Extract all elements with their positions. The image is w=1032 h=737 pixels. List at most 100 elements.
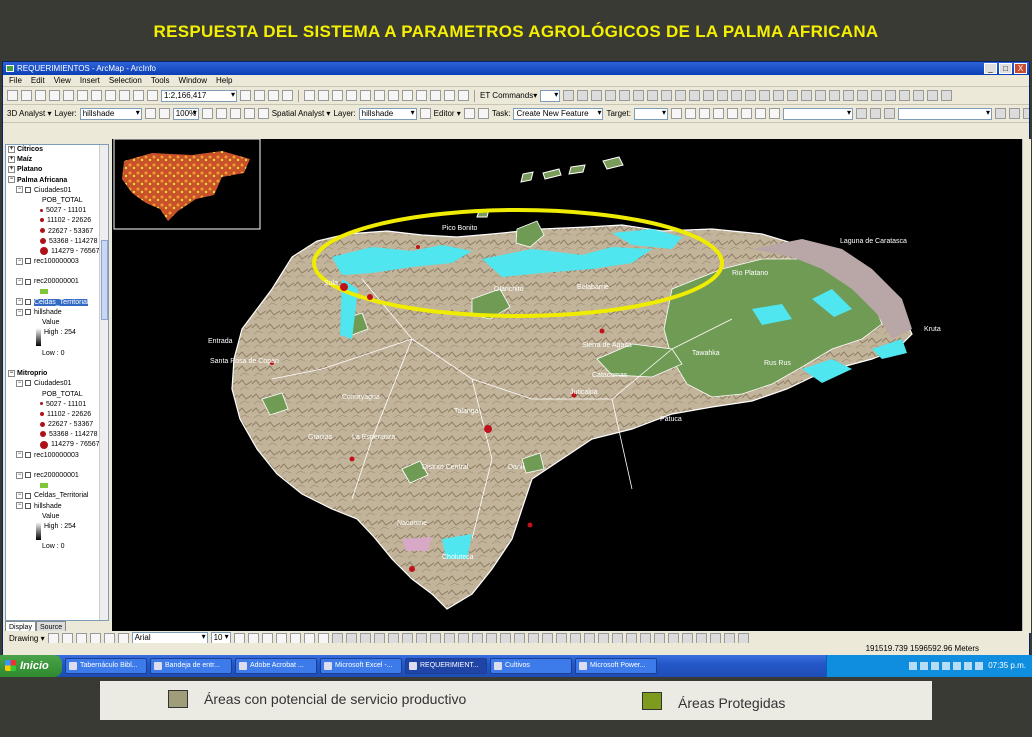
identify-icon[interactable] xyxy=(430,90,441,101)
toc-row[interactable]: High : 254 xyxy=(6,521,108,540)
tray-icon[interactable] xyxy=(941,661,950,670)
expand-icon[interactable]: − xyxy=(16,502,23,510)
window-titlebar[interactable]: REQUERIMIENTOS - ArcMap - ArcInfo _ □ X xyxy=(3,62,1029,75)
et-tool-icon[interactable] xyxy=(563,90,575,101)
et-tool-icon[interactable] xyxy=(927,90,939,101)
toc-row[interactable] xyxy=(6,359,108,369)
zoom-dropdown[interactable]: 100% xyxy=(172,107,199,120)
layer2-dropdown[interactable]: hillshade xyxy=(358,107,417,120)
city-dot[interactable] xyxy=(599,328,605,334)
et-tool-icon[interactable] xyxy=(633,90,645,101)
toc-row[interactable]: − hillshade xyxy=(6,502,108,512)
full-extent-icon[interactable] xyxy=(374,90,385,101)
tool-icon[interactable] xyxy=(359,632,371,644)
tool-icon[interactable] xyxy=(345,632,357,644)
zoom-to-selected-icon[interactable] xyxy=(75,632,87,644)
layout-tool-icon[interactable] xyxy=(215,108,227,119)
tool-icon[interactable] xyxy=(681,632,693,644)
start-button[interactable]: Inicio xyxy=(0,655,62,677)
toc-row[interactable]: 114279 - 765675 xyxy=(6,440,108,450)
expand-icon[interactable]: + xyxy=(8,155,15,163)
underline-icon[interactable] xyxy=(261,632,273,644)
tool-icon[interactable] xyxy=(869,108,881,119)
expand-icon[interactable]: − xyxy=(16,186,23,194)
et-tool-icon[interactable] xyxy=(661,90,673,101)
city-dot[interactable] xyxy=(409,566,415,572)
menu-insert[interactable]: Insert xyxy=(80,75,100,86)
3d-tool-icon[interactable] xyxy=(144,108,156,119)
layout-tool-icon[interactable] xyxy=(243,108,255,119)
toc-row[interactable]: 11102 - 22626 xyxy=(6,216,108,226)
maximize-button[interactable]: □ xyxy=(999,63,1012,74)
et-tool-icon[interactable] xyxy=(591,90,603,101)
toc-row[interactable]: − Celdas_Territorial xyxy=(6,491,108,501)
split-tool-icon[interactable] xyxy=(684,108,696,119)
et-tool-icon[interactable] xyxy=(913,90,925,101)
menu-help[interactable]: Help xyxy=(216,75,232,86)
layer-dropdown[interactable]: hillshade xyxy=(79,107,142,120)
tool-icon[interactable] xyxy=(1022,108,1029,119)
toc-row[interactable]: − Ciudades01 xyxy=(6,186,108,196)
et-tool-icon[interactable] xyxy=(829,90,841,101)
new-icon[interactable] xyxy=(7,90,18,101)
tool-icon[interactable] xyxy=(541,632,553,644)
toc-row[interactable]: 22627 - 53367 xyxy=(6,227,108,237)
toc-row[interactable]: Value xyxy=(6,318,108,328)
tool-icon[interactable] xyxy=(625,632,637,644)
toc-row[interactable] xyxy=(6,461,108,471)
et-commands-menu[interactable]: ET Commands▾ xyxy=(480,91,537,100)
toc-row[interactable]: + Maíz xyxy=(6,155,108,165)
text-icon[interactable] xyxy=(103,632,115,644)
checkbox-icon[interactable] xyxy=(25,502,31,509)
checkbox-icon[interactable] xyxy=(25,309,31,316)
toc-row[interactable] xyxy=(6,288,108,298)
city-dot[interactable] xyxy=(527,522,533,528)
toc-row[interactable]: − rec200000001 xyxy=(6,471,108,481)
editor-menu[interactable]: Editor ▾ xyxy=(434,109,461,118)
tool-icon[interactable] xyxy=(709,632,721,644)
et-tool-icon[interactable] xyxy=(689,90,701,101)
clock[interactable]: 07:35 p.m. xyxy=(988,661,1026,670)
rotate-icon[interactable] xyxy=(61,632,73,644)
tray-icon[interactable] xyxy=(908,661,917,670)
checkbox-icon[interactable] xyxy=(25,451,31,458)
print-icon[interactable] xyxy=(49,90,60,101)
et-tool-icon[interactable] xyxy=(843,90,855,101)
expand-icon[interactable]: − xyxy=(16,308,23,316)
tool-icon[interactable] xyxy=(415,632,427,644)
map-vertical-scrollbar[interactable] xyxy=(1022,139,1031,633)
expand-icon[interactable]: − xyxy=(16,379,23,387)
taskbar-item[interactable]: Cultivos xyxy=(490,658,572,674)
task-dropdown[interactable]: Create New Feature xyxy=(513,107,604,120)
et-tool-icon[interactable] xyxy=(899,90,911,101)
et-tool-icon[interactable] xyxy=(745,90,757,101)
et-tool-icon[interactable] xyxy=(857,90,869,101)
toc-row[interactable] xyxy=(6,532,108,542)
tool-icon[interactable] xyxy=(1008,108,1020,119)
tool-icon[interactable] xyxy=(723,632,735,644)
attributes-icon[interactable] xyxy=(712,108,724,119)
delete-icon[interactable] xyxy=(105,90,116,101)
taskbar-item[interactable]: Adobe Acrobat ... xyxy=(235,658,317,674)
fixed-zoom-out-icon[interactable] xyxy=(346,90,357,101)
italic-icon[interactable] xyxy=(247,632,259,644)
tool-icon[interactable] xyxy=(429,632,441,644)
tool-icon[interactable] xyxy=(855,108,867,119)
et-tool-icon[interactable] xyxy=(773,90,785,101)
menu-tools[interactable]: Tools xyxy=(151,75,170,86)
toc-row[interactable]: − rec200000001 xyxy=(6,277,108,287)
georef-layer-dropdown[interactable] xyxy=(782,107,853,120)
tool-icon[interactable] xyxy=(611,632,623,644)
tool-icon[interactable] xyxy=(401,632,413,644)
expand-icon[interactable]: − xyxy=(16,298,23,306)
et-tool-icon[interactable] xyxy=(577,90,589,101)
taskbar-item[interactable]: Bandeja de entr... xyxy=(150,658,232,674)
tool-icon[interactable] xyxy=(653,632,665,644)
next-extent-icon[interactable] xyxy=(402,90,413,101)
toc-row[interactable]: − Ciudades01 xyxy=(6,379,108,389)
3d-analyst-menu[interactable]: 3D Analyst ▾ xyxy=(7,109,51,118)
select-features-icon[interactable] xyxy=(416,90,427,101)
toc-scroll-thumb[interactable] xyxy=(101,240,108,320)
tool-icon[interactable] xyxy=(883,108,895,119)
expand-icon[interactable]: + xyxy=(8,145,15,153)
